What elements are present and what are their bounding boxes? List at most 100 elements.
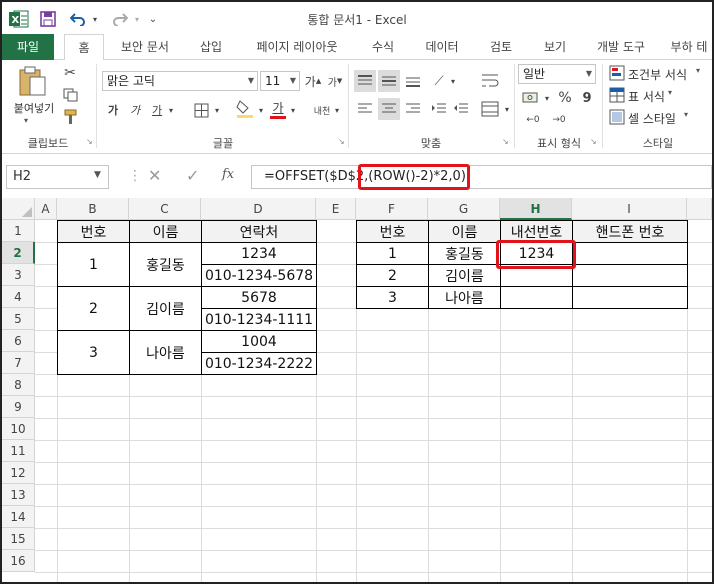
shrink-font-icon[interactable]: 가 ▼	[326, 72, 344, 90]
number-launcher-icon[interactable]: ↘	[590, 137, 597, 146]
underline-dropdown-icon[interactable]: ▾	[166, 100, 176, 120]
column-header-f[interactable]: F	[356, 198, 428, 220]
increase-decimal-icon[interactable]: ←0	[522, 110, 544, 130]
left-header-no[interactable]: 번호	[57, 220, 130, 243]
tab-data[interactable]: 데이터	[414, 34, 470, 60]
phonetic-dropdown-icon[interactable]: ▾	[332, 100, 342, 120]
enter-icon[interactable]: ✓	[186, 166, 199, 185]
fill-color-icon[interactable]	[234, 98, 256, 120]
left-cell-name[interactable]: 홍길동	[129, 242, 202, 287]
row-header-1[interactable]: 1	[2, 220, 35, 242]
borders-dropdown-icon[interactable]: ▾	[212, 100, 222, 120]
row-header-6[interactable]: 6	[2, 330, 35, 352]
worksheet-grid[interactable]: A B C D E F G H I 1 2 3 4 5 6 7 8 9 10 1…	[2, 198, 712, 582]
right-cell[interactable]: 나아름	[428, 286, 501, 309]
font-launcher-icon[interactable]: ↘	[338, 137, 345, 146]
row-header-16[interactable]: 16	[2, 550, 35, 572]
row-header-12[interactable]: 12	[2, 462, 35, 484]
column-header-h[interactable]: H	[500, 198, 572, 220]
left-cell-no[interactable]: 1	[57, 242, 130, 287]
left-header-name[interactable]: 이름	[129, 220, 202, 243]
right-header-no[interactable]: 번호	[356, 220, 429, 243]
wrap-text-icon[interactable]	[478, 70, 502, 92]
outdent-icon[interactable]	[450, 98, 472, 120]
right-header-mobile[interactable]: 핸드폰 번호	[572, 220, 688, 243]
column-header-c[interactable]: C	[129, 198, 201, 220]
tab-security[interactable]: 보안 문서	[108, 34, 182, 60]
cancel-icon[interactable]: ✕	[148, 166, 161, 185]
left-cell-contact[interactable]: 1004	[201, 330, 317, 353]
left-cell-contact[interactable]: 1234	[201, 242, 317, 265]
left-cell-no[interactable]: 3	[57, 330, 130, 375]
percent-style-button[interactable]: %	[556, 88, 574, 108]
tab-developer[interactable]: 개발 도구	[586, 34, 656, 60]
tab-formulas[interactable]: 수식	[360, 34, 406, 60]
font-name-select[interactable]: 맑은 고딕 ▼	[102, 71, 258, 91]
cell-styles-icon[interactable]	[608, 108, 626, 126]
right-cell[interactable]	[572, 264, 688, 287]
merge-center-icon[interactable]	[478, 98, 502, 120]
clipboard-launcher-icon[interactable]: ↘	[86, 137, 93, 146]
left-cell-no[interactable]: 2	[57, 286, 130, 331]
comma-style-button[interactable]: 9	[578, 88, 596, 108]
alignment-launcher-icon[interactable]: ↘	[502, 137, 509, 146]
underline-button[interactable]: 가	[148, 100, 166, 120]
left-cell-contact[interactable]: 5678	[201, 286, 317, 309]
right-cell[interactable]	[572, 242, 688, 265]
row-header-4[interactable]: 4	[2, 286, 35, 308]
tab-home[interactable]: 홈	[64, 34, 104, 61]
column-header-a[interactable]: A	[35, 198, 57, 220]
paste-dropdown-icon[interactable]: ▾	[24, 116, 28, 125]
format-as-table-button[interactable]: 표 서식	[628, 88, 665, 105]
accounting-dropdown-icon[interactable]: ▾	[542, 88, 552, 108]
column-header-b[interactable]: B	[57, 198, 129, 220]
name-box-dropdown-icon[interactable]: ▼	[94, 170, 101, 180]
left-cell-contact[interactable]: 010-1234-5678	[201, 264, 317, 287]
orientation-icon[interactable]: ⟋	[428, 70, 450, 92]
phonetic-button[interactable]: 내천	[310, 100, 334, 120]
left-header-contact[interactable]: 연락처	[201, 220, 317, 243]
fill-color-dropdown-icon[interactable]: ▾	[256, 100, 266, 120]
accounting-format-icon[interactable]	[520, 88, 542, 108]
tab-insert[interactable]: 삽입	[188, 34, 234, 60]
select-all-corner[interactable]	[2, 198, 35, 220]
right-cell[interactable]: 3	[356, 286, 429, 309]
left-cell-contact[interactable]: 010-1234-2222	[201, 352, 317, 375]
tab-page-layout[interactable]: 페이지 레이아웃	[242, 34, 352, 60]
row-header-15[interactable]: 15	[2, 528, 35, 550]
italic-button[interactable]: 가	[126, 100, 144, 120]
format-painter-icon[interactable]	[60, 108, 82, 126]
row-header-14[interactable]: 14	[2, 506, 35, 528]
column-header-g[interactable]: G	[428, 198, 500, 220]
left-cell-contact[interactable]: 010-1234-1111	[201, 308, 317, 331]
row-header-2[interactable]: 2	[2, 242, 35, 264]
row-header-3[interactable]: 3	[2, 264, 35, 286]
left-cell-name[interactable]: 김이름	[129, 286, 202, 331]
right-header-name[interactable]: 이름	[428, 220, 501, 243]
align-left-icon[interactable]	[354, 98, 376, 120]
right-cell[interactable]: 김이름	[428, 264, 501, 287]
insert-function-icon[interactable]: fx	[222, 167, 234, 182]
row-header-11[interactable]: 11	[2, 440, 35, 462]
font-size-select[interactable]: 11 ▼	[260, 71, 300, 91]
conditional-dropdown-icon[interactable]: ▾	[696, 66, 700, 75]
cut-icon[interactable]: ✂	[60, 64, 80, 82]
column-header-d[interactable]: D	[201, 198, 316, 220]
align-right-icon[interactable]	[402, 98, 424, 120]
align-center-icon[interactable]	[378, 98, 400, 120]
column-header-j[interactable]	[687, 198, 712, 220]
tab-load-test[interactable]: 부하 테	[664, 34, 712, 60]
formula-input[interactable]: =OFFSET($D$2,(ROW()-2)*2,0)	[251, 165, 712, 189]
row-header-10[interactable]: 10	[2, 418, 35, 440]
paste-icon[interactable]	[12, 64, 52, 98]
right-cell[interactable]: 1	[356, 242, 429, 265]
right-cell[interactable]	[572, 286, 688, 309]
align-top-icon[interactable]	[354, 70, 376, 92]
font-color-button[interactable]: 가	[268, 98, 288, 120]
orientation-dropdown-icon[interactable]: ▾	[448, 70, 458, 92]
font-color-dropdown-icon[interactable]: ▾	[288, 100, 298, 120]
row-header-8[interactable]: 8	[2, 374, 35, 396]
indent-icon[interactable]	[428, 98, 450, 120]
align-middle-icon[interactable]	[378, 70, 400, 92]
row-header-7[interactable]: 7	[2, 352, 35, 374]
